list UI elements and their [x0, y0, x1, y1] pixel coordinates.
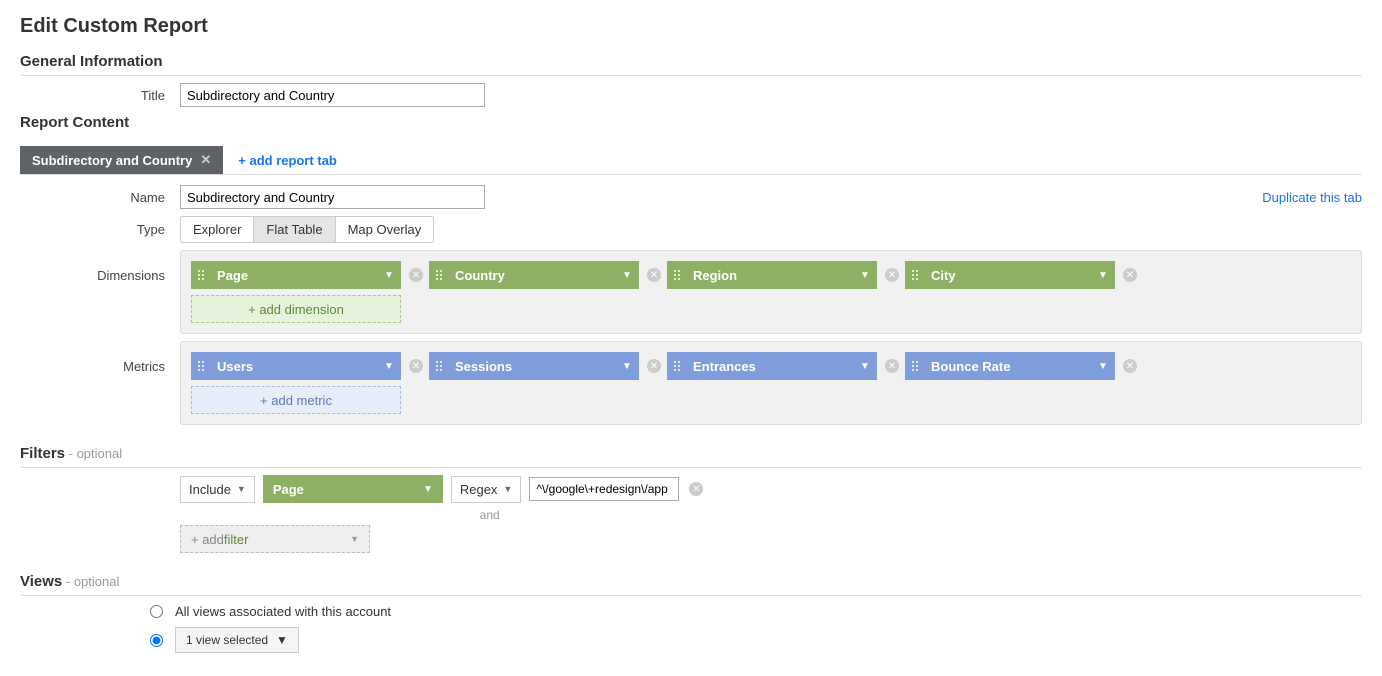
dimension-city[interactable]: City ▼	[905, 261, 1115, 289]
metrics-label: Metrics	[20, 341, 180, 374]
filters-heading-text: Filters	[20, 445, 65, 462]
filter-pill-label: Page	[273, 482, 304, 497]
dimensions-label: Dimensions	[20, 250, 180, 283]
dimensions-container: Page ▼ ✕ Country ▼ ✕ Region ▼ ✕ City ▼ ✕…	[180, 250, 1362, 334]
close-icon[interactable]: ✕	[200, 152, 211, 168]
remove-icon[interactable]: ✕	[885, 268, 899, 282]
pill-label: Country	[449, 268, 615, 283]
include-dropdown[interactable]: Include ▼	[180, 476, 255, 503]
pill-label: Sessions	[449, 359, 615, 374]
pill-label: Entrances	[687, 359, 853, 374]
dimension-region[interactable]: Region ▼	[667, 261, 877, 289]
chevron-down-icon: ▼	[276, 633, 288, 647]
chevron-down-icon[interactable]: ▼	[377, 361, 401, 372]
section-views-heading: Views - optional	[20, 573, 1362, 596]
pill-label: Users	[211, 359, 377, 374]
metrics-container: Users ▼ ✕ Sessions ▼ ✕ Entrances ▼ ✕ Bou…	[180, 341, 1362, 425]
type-map-overlay[interactable]: Map Overlay	[336, 217, 434, 242]
include-label: Include	[189, 482, 231, 497]
chevron-down-icon[interactable]: ▼	[853, 361, 877, 372]
drag-icon[interactable]	[191, 261, 211, 289]
pill-label: Region	[687, 268, 853, 283]
metric-bounce-rate[interactable]: Bounce Rate ▼	[905, 352, 1115, 380]
regex-dropdown[interactable]: Regex ▼	[451, 476, 522, 503]
radio-selected-view[interactable]	[150, 634, 163, 647]
filter-value-input[interactable]	[529, 477, 679, 501]
page-title: Edit Custom Report	[20, 15, 1362, 38]
tab-label: Subdirectory and Country	[32, 153, 192, 168]
drag-icon[interactable]	[905, 352, 925, 380]
add-metric-button[interactable]: + add metric	[191, 386, 401, 414]
add-dimension-button[interactable]: + add dimension	[191, 295, 401, 323]
chevron-down-icon[interactable]: ▼	[1091, 270, 1115, 281]
chevron-down-icon[interactable]: ▼	[1091, 361, 1115, 372]
remove-icon[interactable]: ✕	[885, 359, 899, 373]
name-input[interactable]	[180, 185, 485, 209]
optional-label: - optional	[62, 574, 119, 589]
chevron-down-icon[interactable]: ▼	[377, 270, 401, 281]
add-filter-button[interactable]: + add filter ▼	[180, 525, 370, 553]
drag-icon[interactable]	[429, 261, 449, 289]
views-heading-text: Views	[20, 573, 62, 590]
remove-icon[interactable]: ✕	[1123, 268, 1137, 282]
drag-icon[interactable]	[429, 352, 449, 380]
remove-icon[interactable]: ✕	[689, 482, 703, 496]
drag-icon[interactable]	[667, 261, 687, 289]
all-views-label: All views associated with this account	[175, 604, 391, 619]
dimension-country[interactable]: Country ▼	[429, 261, 639, 289]
section-general-heading: General Information	[20, 53, 1362, 76]
section-filters-heading: Filters - optional	[20, 445, 1362, 468]
tab-subdirectory[interactable]: Subdirectory and Country ✕	[20, 146, 223, 174]
chevron-down-icon: ▼	[237, 484, 246, 494]
regex-label: Regex	[460, 482, 498, 497]
type-explorer[interactable]: Explorer	[181, 217, 254, 242]
type-toggle-group: Explorer Flat Table Map Overlay	[180, 216, 434, 243]
drag-icon[interactable]	[667, 352, 687, 380]
name-label: Name	[20, 190, 180, 205]
remove-icon[interactable]: ✕	[647, 268, 661, 282]
add-filter-prefix: + add	[191, 532, 224, 547]
metric-users[interactable]: Users ▼	[191, 352, 401, 380]
remove-icon[interactable]: ✕	[409, 268, 423, 282]
title-label: Title	[20, 88, 180, 103]
filter-dimension-page[interactable]: Page ▼	[263, 475, 443, 503]
drag-icon[interactable]	[191, 352, 211, 380]
add-report-tab-link[interactable]: + add report tab	[238, 153, 337, 168]
chevron-down-icon[interactable]: ▼	[615, 361, 639, 372]
remove-icon[interactable]: ✕	[647, 359, 661, 373]
remove-icon[interactable]: ✕	[409, 359, 423, 373]
type-flat-table[interactable]: Flat Table	[254, 217, 335, 242]
and-label: and	[228, 508, 751, 522]
add-filter-word: filter	[224, 532, 249, 547]
duplicate-tab-link[interactable]: Duplicate this tab	[1262, 190, 1362, 205]
metric-sessions[interactable]: Sessions ▼	[429, 352, 639, 380]
pill-label: Page	[211, 268, 377, 283]
type-label: Type	[20, 222, 180, 237]
chevron-down-icon[interactable]: ▼	[615, 270, 639, 281]
views-selected-label: 1 view selected	[186, 633, 268, 647]
metric-entrances[interactable]: Entrances ▼	[667, 352, 877, 380]
chevron-down-icon: ▼	[503, 484, 512, 494]
title-input[interactable]	[180, 83, 485, 107]
drag-icon[interactable]	[905, 261, 925, 289]
optional-label: - optional	[65, 446, 122, 461]
chevron-down-icon: ▼	[350, 534, 359, 544]
remove-icon[interactable]: ✕	[1123, 359, 1137, 373]
pill-label: City	[925, 268, 1091, 283]
chevron-down-icon[interactable]: ▼	[853, 270, 877, 281]
radio-all-views[interactable]	[150, 605, 163, 618]
views-dropdown[interactable]: 1 view selected ▼	[175, 627, 299, 653]
dimension-page[interactable]: Page ▼	[191, 261, 401, 289]
chevron-down-icon: ▼	[423, 484, 433, 495]
pill-label: Bounce Rate	[925, 359, 1091, 374]
section-report-heading: Report Content	[20, 114, 1362, 136]
